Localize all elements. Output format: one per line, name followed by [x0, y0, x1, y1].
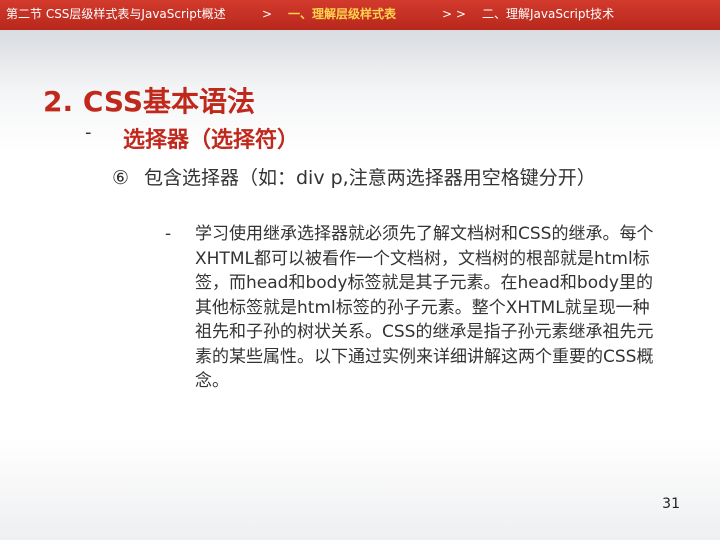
- breadcrumb-current[interactable]: 一、理解层级样式表: [288, 0, 396, 28]
- page-number: 31: [662, 496, 680, 512]
- breadcrumb-next[interactable]: 二、理解JavaScript技术: [482, 0, 614, 28]
- bullet-level1-text: 选择器（选择符）: [123, 128, 300, 153]
- bullet-dash: -: [165, 224, 172, 244]
- circled-number: ⑥: [112, 167, 130, 189]
- bullet-level3: - 学习使用继承选择器就必须先了解文档树和CSS的继承。每个XHTML都可以被看…: [165, 222, 685, 394]
- bullet-level2: ⑥ 包含选择器（如：div p,注意两选择器用空格键分开）: [112, 165, 692, 191]
- slide-title: 2. CSS基本语法: [43, 85, 256, 118]
- breadcrumb-chapter[interactable]: 第二节 CSS层级样式表与JavaScript概述: [6, 0, 226, 28]
- bullet-dash: -: [85, 122, 92, 143]
- bullet-level3-text: 学习使用继承选择器就必须先了解文档树和CSS的继承。每个XHTML都可以被看作一…: [195, 224, 654, 391]
- breadcrumb-separator: > >: [442, 7, 466, 21]
- bullet-level2-text: 包含选择器（如：div p,注意两选择器用空格键分开）: [144, 167, 596, 189]
- breadcrumb-separator: >: [262, 7, 273, 21]
- header-bar: 第二节 CSS层级样式表与JavaScript概述 > 一、理解层级样式表 > …: [0, 0, 720, 30]
